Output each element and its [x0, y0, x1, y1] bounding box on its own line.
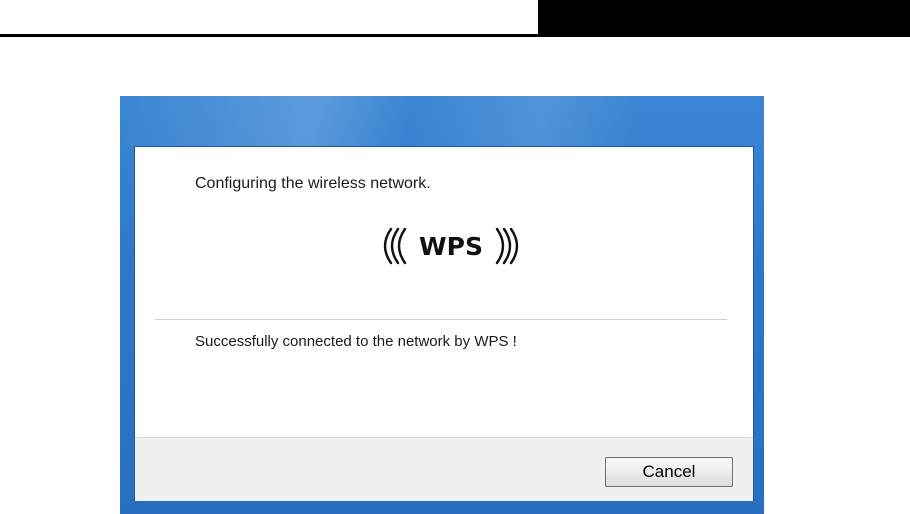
header-block [538, 0, 910, 37]
dialog-content: Configuring the wireless network. WPS Su… [134, 146, 754, 501]
divider [155, 319, 727, 320]
status-message: Successfully connected to the network by… [195, 333, 517, 350]
wps-logo-text: WPS [419, 232, 483, 261]
header-rule [0, 34, 538, 37]
button-bar: Cancel [135, 437, 753, 501]
title-bar [120, 96, 764, 146]
manual-page: Configuring the wireless network. WPS Su… [0, 0, 910, 514]
wps-dialog-window: Configuring the wireless network. WPS Su… [120, 96, 764, 514]
configuring-message: Configuring the wireless network. [195, 175, 431, 192]
wps-logo-icon: WPS [383, 227, 519, 265]
cancel-button[interactable]: Cancel [605, 457, 733, 487]
